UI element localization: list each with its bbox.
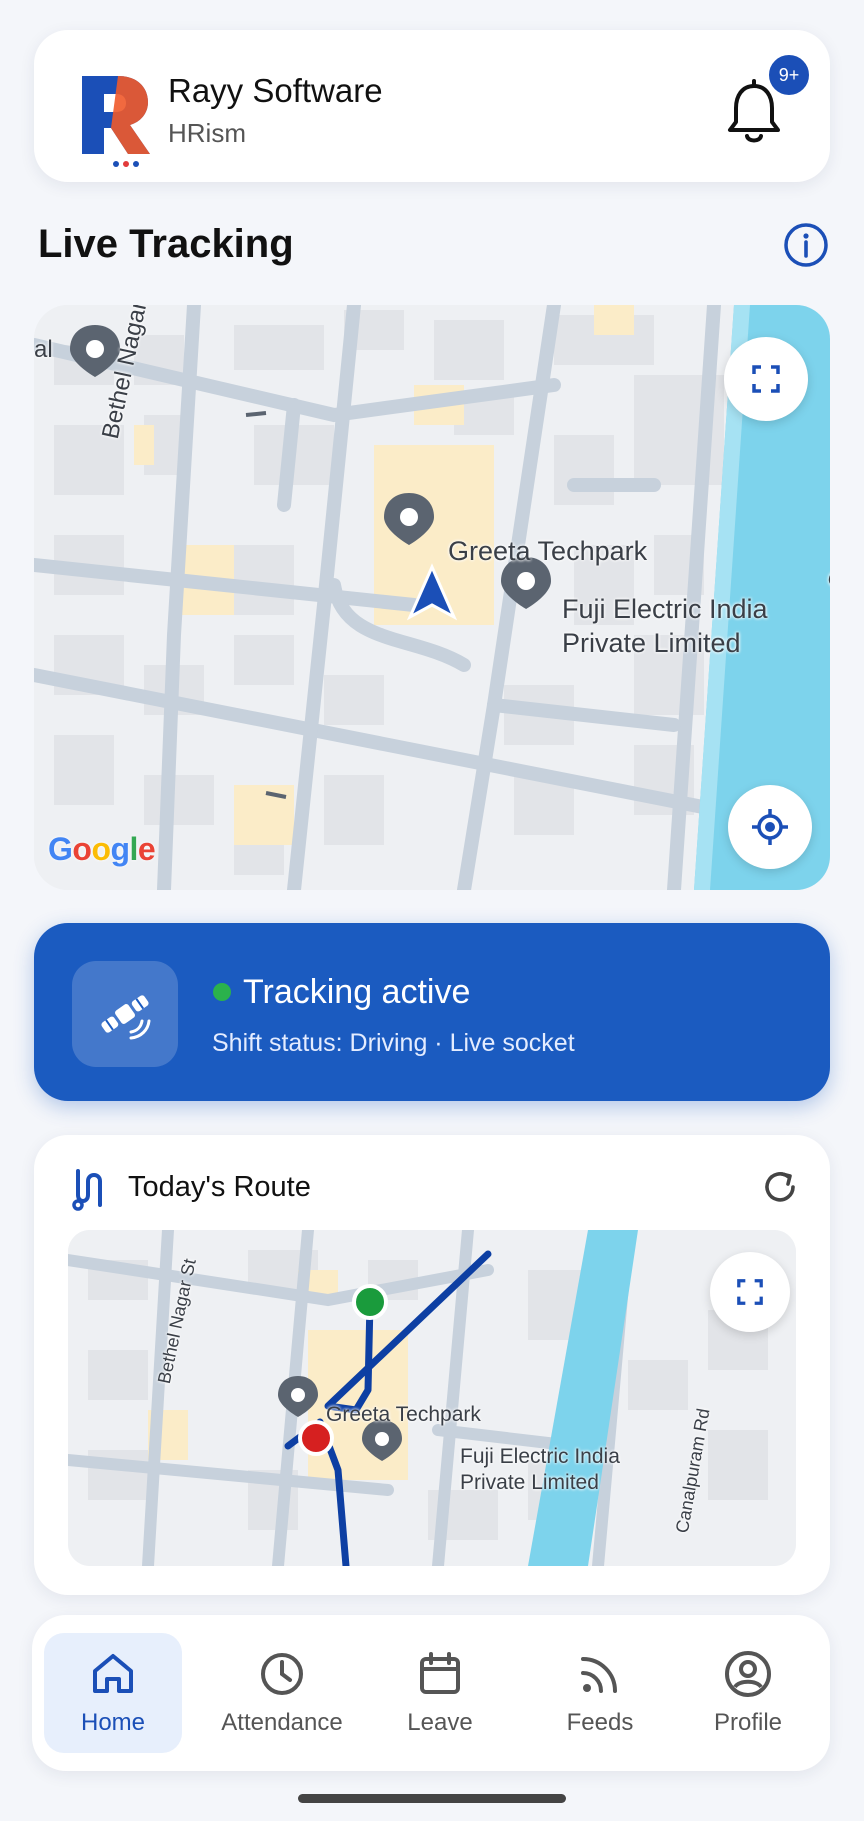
route-map[interactable]: Greeta Techpark Fuji Electric India Priv…: [68, 1230, 796, 1566]
nav-attendance[interactable]: Attendance: [202, 1633, 362, 1753]
page-title: Live Tracking: [38, 222, 294, 266]
nav-label: Feeds: [566, 1709, 634, 1736]
fullscreen-icon: [737, 1279, 763, 1305]
home-icon: [93, 1654, 133, 1693]
map-label-partial: al: [34, 336, 53, 363]
map-label-fuji-line1: Fuji Electric India: [562, 594, 768, 624]
nav-home[interactable]: Home: [44, 1633, 182, 1753]
tracking-status-card[interactable]: Tracking active Shift status: Driving · …: [34, 923, 830, 1101]
satellite-icon-box: [72, 961, 178, 1067]
nav-label: Leave: [407, 1709, 473, 1736]
fullscreen-button[interactable]: [724, 337, 808, 421]
nav-label: Profile: [713, 1709, 783, 1736]
nav-label: Home: [80, 1709, 146, 1736]
nav-feeds[interactable]: Feeds: [540, 1633, 660, 1753]
route-start-marker[interactable]: [352, 1284, 388, 1320]
fullscreen-icon: [752, 365, 780, 393]
route-label-fuji-line2: Private Limited: [460, 1471, 599, 1494]
bottom-nav: Home Attendance Leave Feeds Profile: [32, 1615, 830, 1771]
google-logo: Google: [48, 831, 156, 867]
satellite-icon: [101, 995, 151, 1040]
info-icon[interactable]: [783, 222, 829, 268]
tracking-indicator-dot: [213, 983, 231, 1001]
route-fullscreen-button[interactable]: [710, 1252, 790, 1332]
refresh-icon[interactable]: [760, 1167, 800, 1207]
live-map[interactable]: Greeta Techpark Fuji Electric India Priv…: [34, 305, 830, 890]
todays-route-card: Today's Route Greeta Techpark Fuji Elect…: [34, 1135, 830, 1595]
route-label-fuji-line1: Fuji Electric India: [460, 1445, 620, 1468]
my-location-button[interactable]: [728, 785, 812, 869]
route-label-greeta: Greeta Techpark: [326, 1403, 481, 1426]
nav-leave[interactable]: Leave: [380, 1633, 500, 1753]
nav-label: Attendance: [221, 1709, 343, 1736]
company-name: Rayy Software: [168, 72, 383, 109]
map-label-greeta: Greeta Techpark: [448, 536, 648, 566]
tracking-subtitle: Shift status: Driving · Live socket: [212, 1029, 575, 1057]
tracking-title: Tracking active: [243, 973, 471, 1011]
my-location-icon: [752, 809, 788, 845]
notification-badge[interactable]: 9+: [766, 52, 812, 98]
home-indicator[interactable]: [298, 1794, 566, 1803]
header-card: Rayy Software HRism 9+: [34, 30, 830, 182]
profile-icon: [725, 1651, 771, 1697]
route-title: Today's Route: [128, 1171, 311, 1203]
app-name: HRism: [168, 118, 246, 148]
map-label-fuji-line2: Private Limited: [562, 628, 741, 658]
nav-profile[interactable]: Profile: [688, 1633, 808, 1753]
company-logo: [82, 76, 150, 167]
route-icon: [72, 1169, 102, 1211]
clock-icon: [261, 1653, 303, 1695]
rss-icon: [581, 1657, 617, 1693]
calendar-icon: [420, 1652, 460, 1694]
